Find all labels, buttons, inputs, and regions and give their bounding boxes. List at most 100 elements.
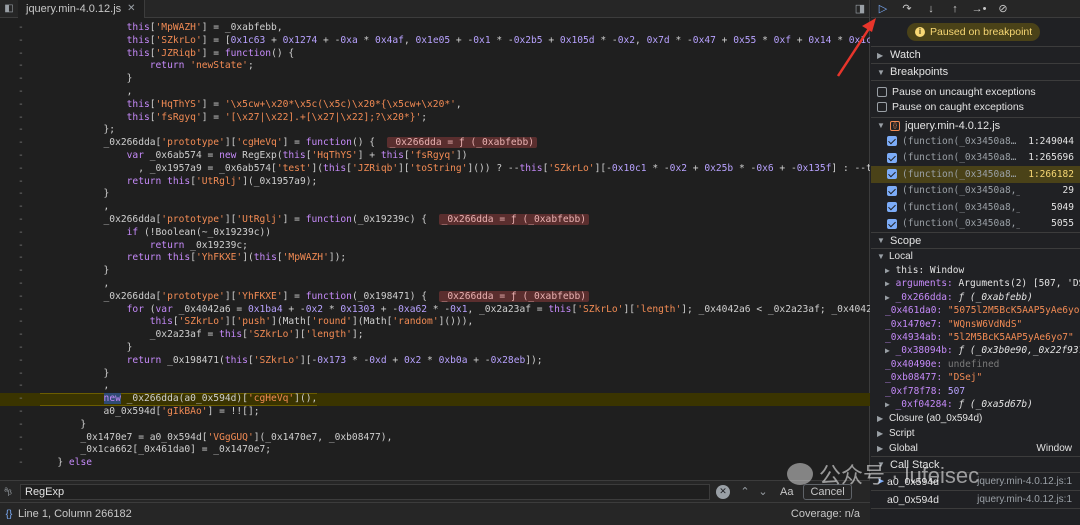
- line-gutter[interactable]: -: [0, 252, 40, 265]
- code-line[interactable]: - if (!Boolean(~_0x19239c)): [0, 227, 870, 240]
- code-line[interactable]: - for (var _0x4042a6 = 0x1ba4 + -0x2 * 0…: [0, 304, 870, 317]
- code-line[interactable]: - ,: [0, 86, 870, 99]
- cancel-search-button[interactable]: Cancel: [803, 483, 852, 500]
- code-line[interactable]: - }: [0, 368, 870, 381]
- line-gutter[interactable]: -: [0, 291, 40, 304]
- step-icon[interactable]: →•: [967, 0, 991, 18]
- code-line[interactable]: - this['SZkrLo'] = [0x1c63 + 0x1274 + -0…: [0, 35, 870, 48]
- line-gutter[interactable]: -: [0, 304, 40, 317]
- line-gutter[interactable]: -: [0, 112, 40, 125]
- line-gutter[interactable]: -: [0, 380, 40, 393]
- scope-section-header[interactable]: ▼ Scope: [871, 232, 1080, 249]
- line-gutter[interactable]: -: [0, 265, 40, 278]
- line-gutter[interactable]: -: [0, 214, 40, 227]
- code-line[interactable]: - return 'newState';: [0, 60, 870, 73]
- line-gutter[interactable]: -: [0, 176, 40, 189]
- line-gutter[interactable]: -: [0, 368, 40, 381]
- code-line[interactable]: - };: [0, 124, 870, 137]
- toggle-navigator-icon[interactable]: ◧: [0, 0, 18, 18]
- step-into-icon[interactable]: ↓: [919, 0, 943, 18]
- call-frame[interactable]: a0_0x594d jquery.min-4.0.12.js:1: [871, 491, 1080, 510]
- replace-toggle-icon[interactable]: ᵃᵦ: [0, 486, 16, 497]
- scope-variable[interactable]: _0x461da0: "5075l2M5BcK5AAP5yAe6yo: [871, 304, 1080, 317]
- breakpoint-item[interactable]: (function(_0x3450a8,_0x… 5055: [871, 216, 1080, 233]
- checkbox-icon[interactable]: [887, 169, 897, 180]
- breakpoint-item[interactable]: (function(_0x3450a8,_0xaa… 29: [871, 183, 1080, 200]
- line-gutter[interactable]: -: [0, 355, 40, 368]
- file-tab[interactable]: jquery.min-4.0.12.js ✕: [18, 0, 145, 18]
- pretty-print-icon[interactable]: {}: [0, 509, 18, 520]
- line-gutter[interactable]: -: [0, 444, 40, 457]
- code-line[interactable]: - _0x266dda['prototype']['YhFKXE'] = fun…: [0, 290, 870, 304]
- line-gutter[interactable]: -: [0, 457, 40, 470]
- line-gutter[interactable]: -: [0, 393, 40, 406]
- scope-variable[interactable]: _0xb08477: "DSej": [871, 371, 1080, 384]
- code-line[interactable]: - a0_0x594d['gIkBAo'] = !![];: [0, 406, 870, 419]
- step-out-icon[interactable]: ↑: [943, 0, 967, 18]
- code-line[interactable]: - this['HqThYS'] = '\x5cw+\x20*\x5c(\x5c…: [0, 99, 870, 112]
- deactivate-breakpoints-icon[interactable]: ⊘: [991, 0, 1015, 18]
- breakpoint-item[interactable]: (function(_0x3450a8… 1:266182: [871, 166, 1080, 183]
- search-input[interactable]: [20, 483, 710, 500]
- breakpoint-item[interactable]: (function(_0x3450a8… 1:265696: [871, 150, 1080, 167]
- line-gutter[interactable]: -: [0, 99, 40, 112]
- callstack-section-header[interactable]: ▼ Call Stack: [871, 456, 1080, 474]
- code-line[interactable]: - _0x1470e7 = a0_0x594d['VGgGUQ'](_0x147…: [0, 432, 870, 445]
- code-line[interactable]: - var _0x6ab574 = new RegExp(this['HqThY…: [0, 150, 870, 163]
- line-gutter[interactable]: -: [0, 48, 40, 61]
- code-line[interactable]: - }: [0, 419, 870, 432]
- previous-match-icon[interactable]: ⌃: [736, 483, 754, 501]
- code-line[interactable]: - ,: [0, 278, 870, 291]
- checkbox-icon[interactable]: [887, 218, 897, 229]
- code-line[interactable]: - }: [0, 342, 870, 355]
- local-scope-header[interactable]: ▼ Local: [871, 249, 1080, 264]
- line-gutter[interactable]: -: [0, 316, 40, 329]
- scope-variable[interactable]: _0x1470e7: "WQnsW6VdNdS": [871, 318, 1080, 331]
- code-line[interactable]: - return _0x19239c;: [0, 240, 870, 253]
- clear-search-icon[interactable]: ✕: [716, 484, 730, 499]
- breakpoint-item[interactable]: (function(_0x3450a8… 1:249044: [871, 133, 1080, 150]
- checkbox-icon[interactable]: [887, 136, 897, 147]
- checkbox-icon[interactable]: [887, 185, 897, 196]
- code-line[interactable]: - }: [0, 188, 870, 201]
- step-over-icon[interactable]: ↷: [895, 0, 919, 18]
- breakpoint-item[interactable]: (function(_0x3450a8,_0x… 5049: [871, 199, 1080, 216]
- line-gutter[interactable]: -: [0, 150, 40, 163]
- scope-variable[interactable]: _0xf78f78: 507: [871, 385, 1080, 398]
- code-line[interactable]: - }: [0, 73, 870, 86]
- breakpoints-section-header[interactable]: ▼ Breakpoints: [871, 64, 1080, 81]
- code-line[interactable]: - } else: [0, 457, 870, 470]
- code-line[interactable]: - this['JZRiqb'] = function() {: [0, 48, 870, 61]
- pause-caught-checkbox[interactable]: Pause on caught exceptions: [871, 99, 1080, 114]
- line-gutter[interactable]: -: [0, 419, 40, 432]
- scope-variable[interactable]: _0x40490e: undefined: [871, 358, 1080, 371]
- checkbox-icon[interactable]: [887, 202, 897, 213]
- code-line[interactable]: - this['MpWAZH'] = _0xabfebb,: [0, 22, 870, 35]
- code-line[interactable]: - _0x266dda['prototype']['cgHeVq'] = fun…: [0, 137, 870, 150]
- global-scope-header[interactable]: ▶ Global Window: [871, 441, 1080, 456]
- code-line[interactable]: - _0x266dda['prototype']['UtRglj'] = fun…: [0, 213, 870, 227]
- match-case-button[interactable]: Aa: [780, 486, 793, 498]
- code-line[interactable]: - this['SZkrLo']['push'](Math['round'](M…: [0, 316, 870, 329]
- line-gutter[interactable]: -: [0, 35, 40, 48]
- line-gutter[interactable]: -: [0, 201, 40, 214]
- scope-variable[interactable]: _0x4934ab: "5l2M5BcK5AAP5yAe6yo7": [871, 331, 1080, 344]
- line-gutter[interactable]: -: [0, 342, 40, 355]
- line-gutter[interactable]: -: [0, 278, 40, 291]
- scope-variable[interactable]: ▶ _0x266dda: ƒ (_0xabfebb): [871, 291, 1080, 304]
- checkbox-icon[interactable]: [887, 152, 897, 163]
- code-line[interactable]: - return this['YhFKXE'](this['MpWAZH']);: [0, 252, 870, 265]
- code-line[interactable]: - _0x2a23af = this['SZkrLo']['length'];: [0, 329, 870, 342]
- close-tab-icon[interactable]: ✕: [127, 3, 135, 14]
- line-gutter[interactable]: -: [0, 124, 40, 137]
- code-line[interactable]: - return this['UtRglj'](_0x1957a9);: [0, 176, 870, 189]
- line-gutter[interactable]: -: [0, 86, 40, 99]
- line-gutter[interactable]: -: [0, 22, 40, 35]
- script-scope-header[interactable]: ▶ Script: [871, 426, 1080, 441]
- code-line[interactable]: - , _0x1957a9 = _0x6ab574['test'](this['…: [0, 163, 870, 176]
- call-frame[interactable]: ➤ a0_0x594d jquery.min-4.0.12.js:1: [871, 473, 1080, 492]
- toggle-debugger-icon[interactable]: ◨: [851, 2, 869, 15]
- code-line[interactable]: - ,: [0, 380, 870, 393]
- scope-arguments[interactable]: ▶ arguments: Arguments(2) [507, 'DSe: [871, 277, 1080, 290]
- resume-icon[interactable]: ▷: [871, 0, 895, 18]
